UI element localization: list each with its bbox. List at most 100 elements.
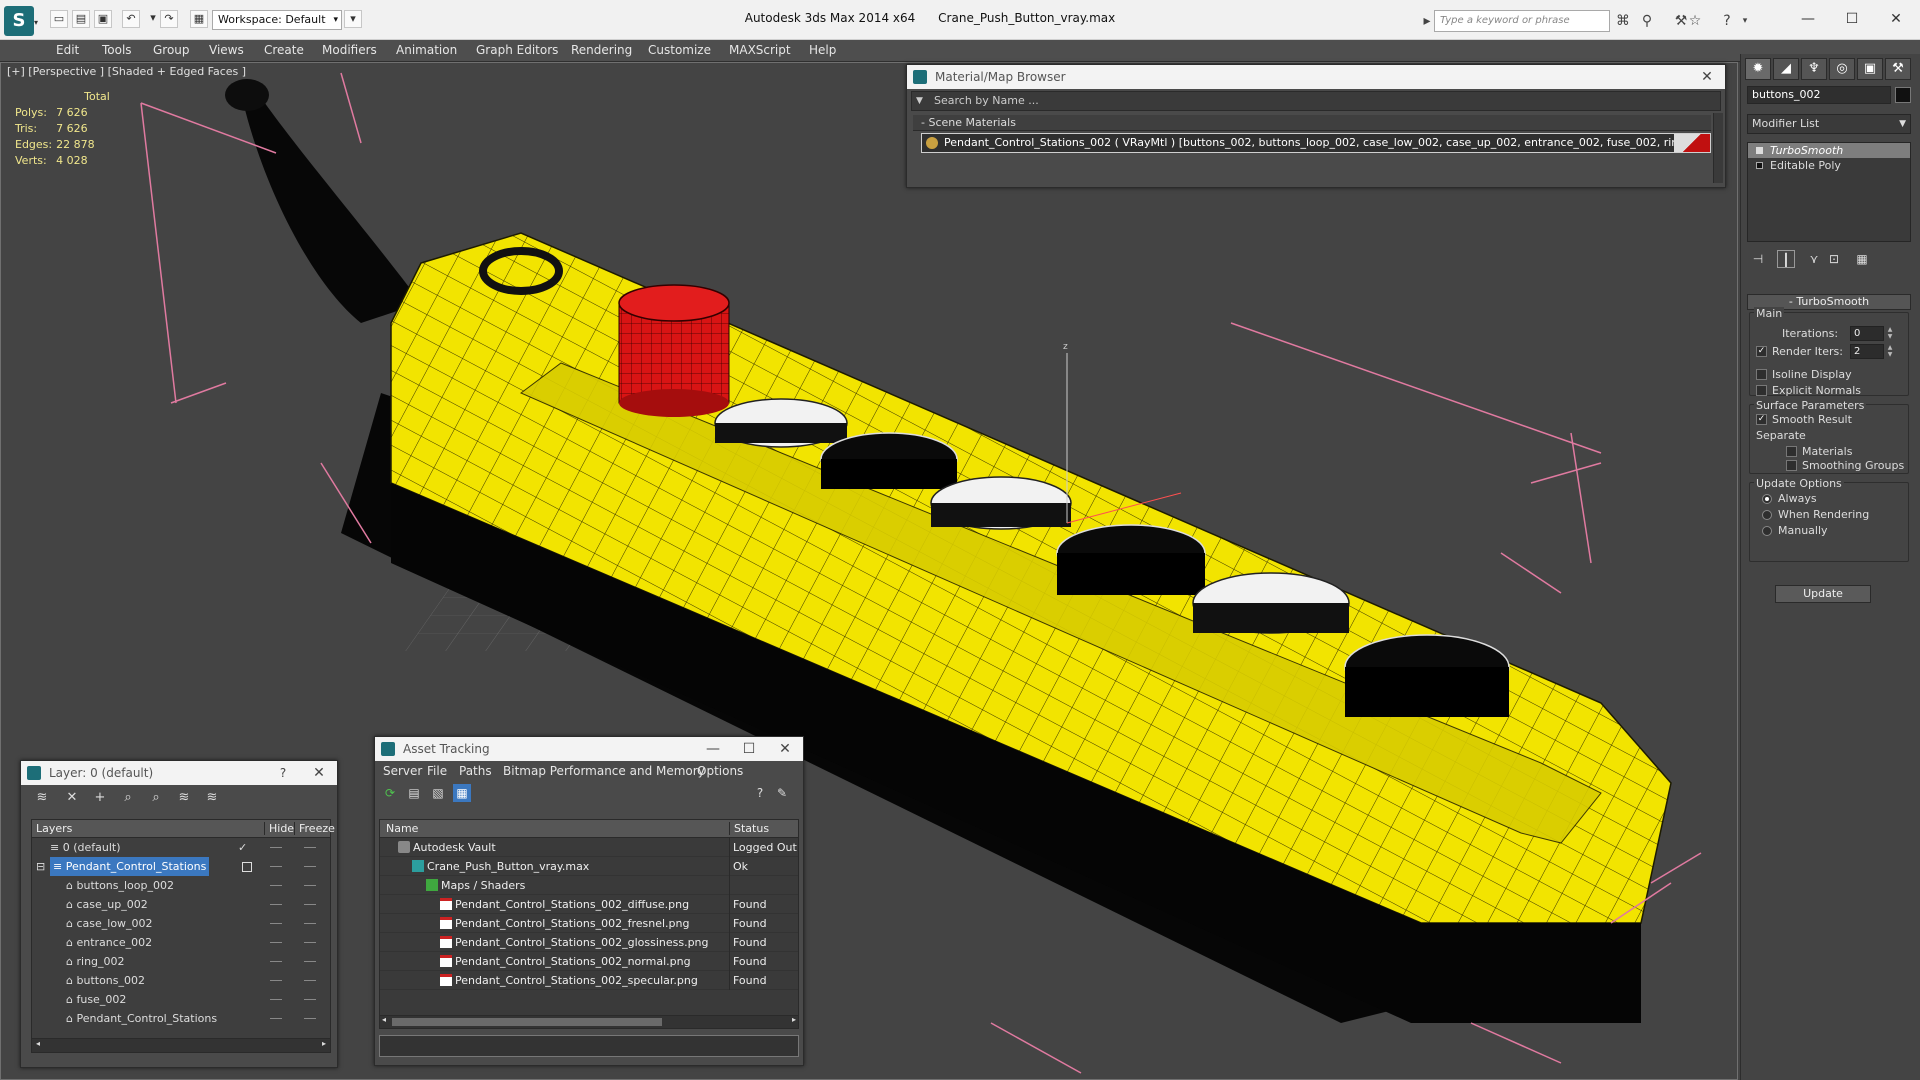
iterations-spinner-arrows-icon[interactable]: ▲ ▼ <box>1886 326 1894 341</box>
material-list-item[interactable]: Pendant_Control_Stations_002 ( VRayMtl )… <box>921 133 1711 153</box>
minimize-icon[interactable]: — <box>695 737 731 761</box>
maximize-icon[interactable]: ☐ <box>731 737 767 761</box>
hide-toggle[interactable] <box>270 1018 282 1019</box>
open-file-icon[interactable]: ▤ <box>72 10 90 28</box>
asset-row[interactable]: Pendant_Control_Stations_002_diffuse.png… <box>380 895 798 914</box>
add-to-layer-icon[interactable]: + <box>91 790 109 806</box>
layer-object-row[interactable]: ⌂ case_low_002 <box>32 914 330 933</box>
close-button[interactable]: ✕ <box>301 761 337 785</box>
hide-toggle[interactable] <box>270 866 282 867</box>
hide-toggle[interactable] <box>270 999 282 1000</box>
menu-customize[interactable]: Customize <box>648 43 711 57</box>
object-name-field[interactable]: buttons_002 <box>1747 86 1891 104</box>
display-tab-icon[interactable]: ▣ <box>1857 58 1883 80</box>
asset-tracking-titlebar[interactable]: Asset Tracking — ☐ ✕ <box>375 737 803 761</box>
freeze-toggle[interactable] <box>304 904 316 905</box>
menu-bitmap-performance[interactable]: Bitmap Performance and Memory <box>503 764 705 778</box>
menu-views[interactable]: Views <box>209 43 244 57</box>
redo-icon[interactable]: ↷ <box>160 10 178 28</box>
render-iters-spinner[interactable]: 2 <box>1850 344 1884 359</box>
separate-smoothing-groups-checkbox[interactable] <box>1786 460 1797 471</box>
menu-modifiers[interactable]: Modifiers <box>322 43 377 57</box>
asset-row[interactable]: Pendant_Control_Stations_002_specular.pn… <box>380 971 798 990</box>
subscription-icon[interactable]: ⚲ <box>1638 12 1656 30</box>
app-menu-arrow-icon[interactable]: ▾ <box>34 18 38 27</box>
expand-icon[interactable] <box>1756 162 1763 169</box>
modifier-list-dropdown[interactable]: Modifier List ▼ <box>1747 114 1911 134</box>
smooth-result-checkbox[interactable]: ✓ <box>1756 414 1767 425</box>
hide-toggle[interactable] <box>270 942 282 943</box>
render-iters-checkbox[interactable]: ✓ <box>1756 346 1767 357</box>
layer-object-row[interactable]: ⌂ buttons_loop_002 <box>32 876 330 895</box>
delete-layer-icon[interactable]: ✕ <box>63 790 81 806</box>
save-file-icon[interactable]: ▣ <box>94 10 112 28</box>
close-icon[interactable]: ✕ <box>1876 8 1916 30</box>
freeze-toggle[interactable] <box>304 942 316 943</box>
app-logo-icon[interactable]: S <box>4 6 34 36</box>
col-name[interactable]: Name <box>386 822 418 835</box>
render-iters-spinner-arrows-icon[interactable]: ▲ ▼ <box>1886 344 1894 359</box>
scroll-left-icon[interactable]: ◂ <box>36 1039 40 1048</box>
hide-toggle[interactable] <box>270 904 282 905</box>
menu-options[interactable]: Options <box>697 764 743 778</box>
layer-object-row[interactable]: ⌂ buttons_002 <box>32 971 330 990</box>
update-when-rendering-radio[interactable] <box>1762 510 1772 520</box>
layer-row[interactable]: ≡ 0 (default) ✓ <box>32 838 330 857</box>
set-current-layer-icon[interactable]: ≋ <box>175 790 193 806</box>
isoline-display-checkbox[interactable] <box>1756 369 1767 380</box>
layer-object-row[interactable]: ⌂ fuse_002 <box>32 990 330 1009</box>
hide-toggle[interactable] <box>270 980 282 981</box>
separate-materials-checkbox[interactable] <box>1786 446 1797 457</box>
workspace-dropdown-arrow-icon[interactable]: ▾ <box>344 10 362 28</box>
show-end-result-icon[interactable]: ┃ <box>1777 250 1795 268</box>
col-hide[interactable]: Hide <box>264 822 294 835</box>
freeze-toggle[interactable] <box>304 885 316 886</box>
material-search-input[interactable]: ▼ Search by Name ... <box>911 91 1721 111</box>
motion-tab-icon[interactable]: ◎ <box>1829 58 1855 80</box>
freeze-toggle[interactable] <box>304 961 316 962</box>
menu-help[interactable]: Help <box>809 43 836 57</box>
col-layers[interactable]: Layers <box>36 822 72 835</box>
collapse-icon[interactable]: ⊟ <box>36 857 45 876</box>
menu-graph-editors[interactable]: Graph Editors <box>476 43 558 57</box>
project-folder-icon[interactable]: ▦ <box>190 10 208 28</box>
layer-object-row[interactable]: ⌂ case_up_002 <box>32 895 330 914</box>
scroll-right-icon[interactable]: ▸ <box>322 1039 326 1048</box>
search-options-dropdown-icon[interactable]: ▼ <box>916 92 923 110</box>
help-dropdown-icon[interactable]: ▾ <box>1736 12 1754 30</box>
menu-server[interactable]: Server <box>383 764 422 778</box>
table-view-icon[interactable]: ▦ <box>453 784 471 802</box>
freeze-toggle[interactable] <box>304 1018 316 1019</box>
remove-modifier-icon[interactable]: ⊡ <box>1825 250 1843 268</box>
pin-stack-icon[interactable]: ⊣ <box>1749 250 1767 268</box>
asset-row[interactable]: Pendant_Control_Stations_002_fresnel.png… <box>380 914 798 933</box>
iterations-spinner[interactable]: 0 <box>1850 326 1884 341</box>
menu-rendering[interactable]: Rendering <box>571 43 632 57</box>
new-layer-icon[interactable]: ≋ <box>33 790 51 806</box>
scrollbar-thumb[interactable] <box>392 1018 662 1026</box>
undo-icon[interactable]: ↶ <box>122 10 140 28</box>
update-always-radio[interactable] <box>1762 494 1772 504</box>
menu-paths[interactable]: Paths <box>459 764 492 778</box>
col-freeze[interactable]: Freeze <box>294 822 335 835</box>
menu-file[interactable]: File <box>427 764 447 778</box>
minimize-icon[interactable]: — <box>1788 8 1828 30</box>
hide-unhide-all-icon[interactable]: ≋ <box>203 790 221 806</box>
object-color-swatch[interactable] <box>1895 87 1911 103</box>
modify-tab-icon[interactable]: ◢ <box>1773 58 1799 80</box>
freeze-toggle[interactable] <box>304 847 316 848</box>
close-icon[interactable]: ✕ <box>1689 65 1725 89</box>
layer-table-hscrollbar[interactable]: ◂ ▸ <box>32 1038 330 1052</box>
hierarchy-tab-icon[interactable]: ♆ <box>1801 58 1827 80</box>
asset-row[interactable]: Pendant_Control_Stations_002_glossiness.… <box>380 933 798 952</box>
menu-create[interactable]: Create <box>264 43 304 57</box>
help-icon[interactable]: ? <box>1718 12 1736 30</box>
scene-materials-section[interactable]: - Scene Materials <box>913 115 1711 131</box>
freeze-toggle[interactable] <box>304 866 316 867</box>
layer-row-selected[interactable]: ⊟ ≡ Pendant_Control_Stations <box>32 857 330 876</box>
material-browser-titlebar[interactable]: Material/Map Browser ✕ <box>907 65 1725 89</box>
new-file-icon[interactable]: ▭ <box>50 10 68 28</box>
favorites-star-icon[interactable]: ☆ <box>1686 12 1704 30</box>
menu-maxscript[interactable]: MAXScript <box>729 43 791 57</box>
freeze-toggle[interactable] <box>304 999 316 1000</box>
